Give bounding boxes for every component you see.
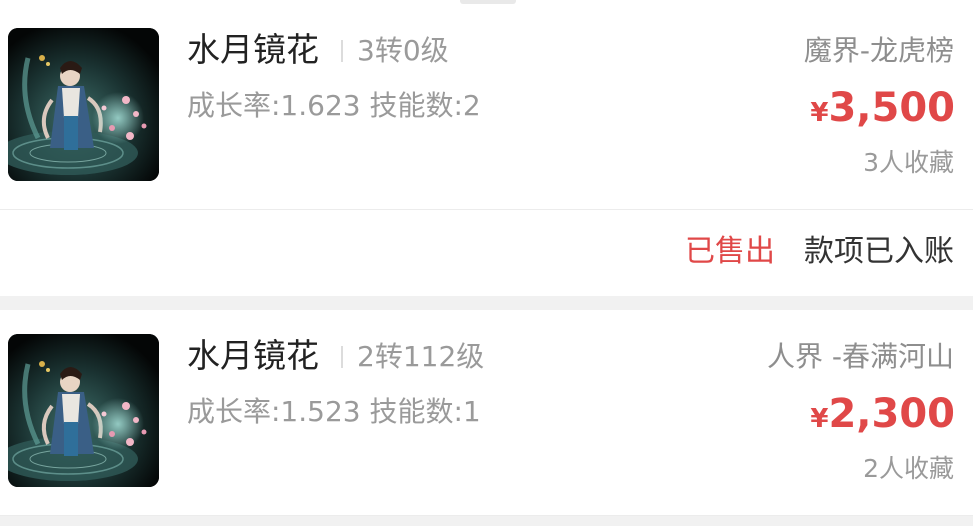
pet-stats: 成长率:1.523 技能数:1: [187, 395, 481, 428]
price-amount: 2,300: [828, 391, 955, 437]
section-gap: [0, 296, 973, 310]
server-name: 魔界-龙虎榜: [803, 34, 954, 67]
section-gap: [0, 516, 973, 526]
sold-status: 已售出: [685, 234, 775, 269]
pet-name: 水月镜花: [187, 30, 319, 69]
pet-level: 2转112级: [357, 340, 485, 373]
pet-stats: 成长率:1.623 技能数:2: [187, 89, 481, 122]
pet-level: 3转0级: [357, 34, 449, 67]
server-name: 人界 -春满河山: [766, 340, 954, 373]
listing-card[interactable]: 水月镜花 3转0级 成长率:1.623 技能数:2 魔界-龙虎榜 ¥3,500 …: [0, 4, 973, 210]
currency-symbol: ¥: [810, 98, 829, 128]
price-amount: 3,500: [828, 85, 955, 131]
price: ¥3,500: [810, 84, 955, 140]
pet-portrait-icon[interactable]: [8, 28, 159, 181]
level-divider: [341, 346, 343, 368]
payment-status: 款项已入账: [804, 234, 954, 269]
pet-name: 水月镜花: [187, 336, 319, 375]
currency-symbol: ¥: [810, 404, 829, 434]
price: ¥2,300: [810, 390, 955, 446]
order-status-row: 已售出 款项已入账: [0, 210, 973, 296]
listing-card[interactable]: 水月镜花 2转112级 成长率:1.523 技能数:1 人界 -春满河山 ¥2,…: [0, 310, 973, 516]
favorites-count: 2人收藏: [863, 454, 954, 483]
favorites-count: 3人收藏: [863, 148, 954, 177]
level-divider: [341, 40, 343, 62]
pet-portrait-icon[interactable]: [8, 334, 159, 487]
